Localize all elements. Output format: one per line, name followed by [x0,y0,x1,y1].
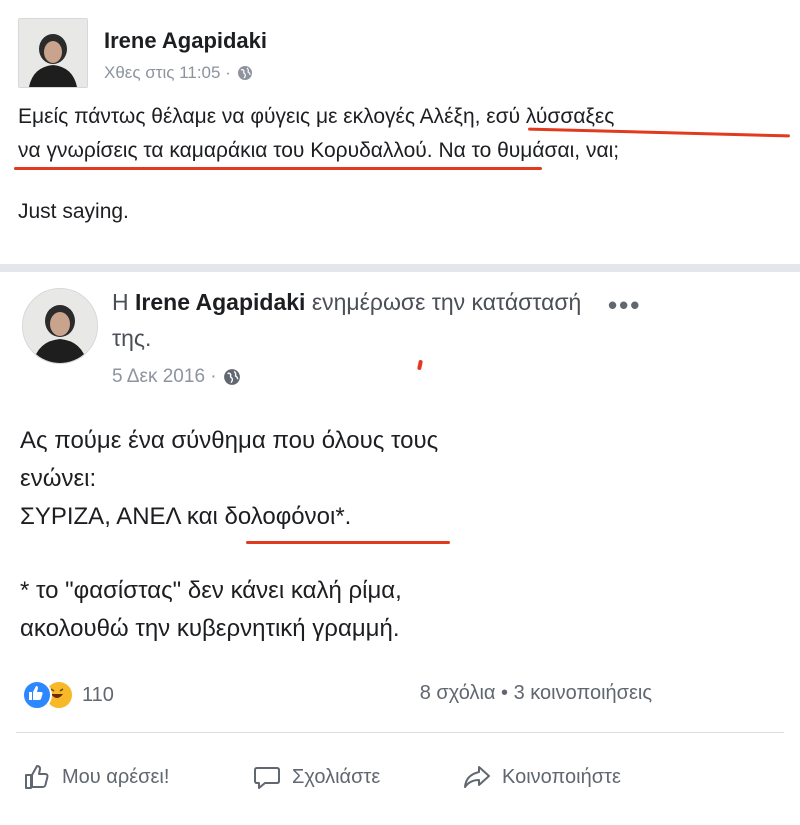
red-mark [417,359,423,371]
body-line: ΣΥΡΙΖΑ, ΑΝΕΛ και δολοφόνοι*. [20,503,352,530]
shared-post-footnote: * το "φασίστας" δεν κάνει καλή ρίμα, ακο… [20,572,402,648]
comments-shares-count[interactable]: 8 σχόλια • 3 κοινοποιήσεις [420,682,652,705]
post-text-just-saying: Just saying. [18,200,129,223]
date-text[interactable]: 5 Δεκ 2016 · [112,366,217,388]
globe-icon [237,66,252,80]
like-reaction-icon [22,680,52,710]
post-text: Εμείς πάντως θέλαμε να φύγεις με εκλογές… [18,100,619,168]
post-timestamp: Χθες στις 11:05 · [104,63,253,83]
body-line: ενώνει: [20,465,97,492]
globe-icon [223,369,240,385]
timestamp-text[interactable]: Χθες στις 11:05 · [104,63,231,83]
share-button[interactable]: Κοινοποιήστε [462,762,621,792]
reactions-summary[interactable]: 110 [22,680,114,710]
shared-author-name[interactable]: Irene Agapidaki [135,289,305,315]
share-arrow-icon [464,766,490,788]
shared-author-avatar[interactable] [22,288,98,364]
avatar-portrait [23,289,97,363]
shared-post-header: Η Irene Agapidaki ενημέρωσε την κατάστασ… [112,284,582,356]
more-options-icon[interactable]: ••• [608,290,641,321]
action-bar: Μου αρέσει! Σχολιάστε Κοινοποιήστε [0,744,800,814]
post-separator [0,264,800,272]
author-name[interactable]: Irene Agapidaki [104,28,267,54]
reaction-count: 110 [82,683,114,706]
comment-button[interactable]: Σχολιάστε [252,762,380,792]
outer-post: Irene Agapidaki Χθες στις 11:05 · Εμείς … [0,0,800,270]
header-prefix: Η [112,289,129,315]
author-avatar[interactable] [18,18,88,88]
footnote-line: ακολουθώ την κυβερνητική γραμμή. [20,615,400,642]
footnote-line: * το "φασίστας" δεν κάνει καλή ρίμα, [20,577,402,604]
avatar-portrait [19,19,87,87]
speech-bubble-icon [254,767,280,789]
like-button[interactable]: Μου αρέσει! [22,762,169,792]
body-line: Ας πούμε ένα σύνθημα που όλους τους [20,427,439,454]
shared-post-date: 5 Δεκ 2016 · [112,366,241,388]
comment-label: Σχολιάστε [292,765,381,788]
shared-post: Η Irene Agapidaki ενημέρωσε την κατάστασ… [0,272,800,825]
red-underline [14,167,542,170]
like-label: Μου αρέσει! [62,765,170,788]
post-text-line: να γνωρίσεις τα καμαράκια του Κορυδαλλού… [18,139,620,162]
thumbs-up-icon [25,765,49,789]
divider [16,732,784,733]
shared-post-body: Ας πούμε ένα σύνθημα που όλους τους ενών… [20,422,438,536]
red-underline [246,541,450,544]
share-label: Κοινοποιήστε [502,765,621,788]
